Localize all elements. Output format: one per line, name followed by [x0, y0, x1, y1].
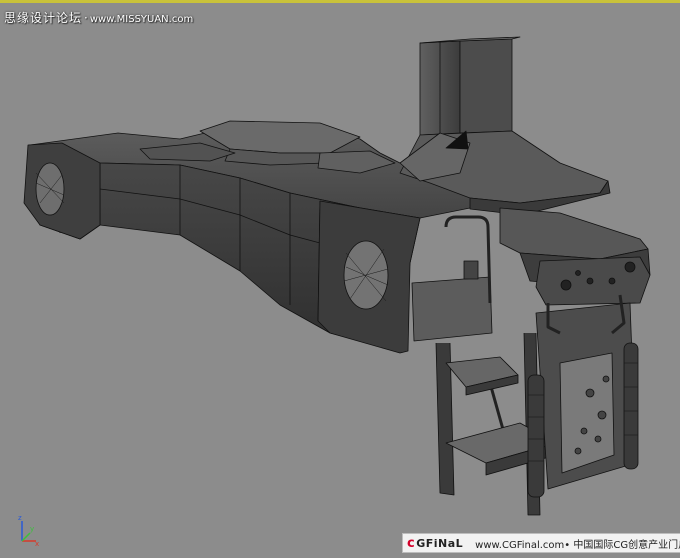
watermark: 思缘设计论坛 · www.MISSYUAN.com	[4, 11, 194, 25]
bolt-hole	[575, 270, 581, 276]
ladder-cable	[488, 382, 506, 434]
panel-knob	[602, 375, 610, 383]
3d-model-scene[interactable]	[0, 3, 680, 558]
cgfinal-brand-bar[interactable]: c GFiNaL www.CGFinal.com• 中国国际CG创意产业门户	[402, 533, 680, 553]
chimney-side	[459, 38, 513, 134]
gizmo-x-label: x	[35, 540, 39, 547]
bolt-hole	[624, 261, 636, 273]
bolt-hole	[560, 279, 572, 291]
wireframe-mesh	[23, 36, 651, 516]
cantilever-arm-top	[499, 207, 649, 260]
panel-knob	[574, 447, 582, 455]
ladder-mount-plate	[411, 276, 493, 342]
watermark-title: 思缘设计论坛	[4, 11, 83, 25]
gizmo-y-label: y	[30, 525, 34, 533]
bolt-hole	[586, 277, 594, 285]
cgfinal-url-text[interactable]: www.CGFinal.com• 中国国际CG创意产业门户	[475, 536, 680, 551]
cgfinal-logo-text: GFiNaL	[416, 536, 464, 550]
panel-knob	[594, 435, 602, 443]
panel-knob	[580, 427, 588, 435]
panel-knob	[585, 388, 595, 398]
panel-knob	[597, 410, 607, 420]
viewport[interactable]: 思缘设计论坛 · www.MISSYUAN.com z x y c GFiNaL ww…	[0, 0, 680, 558]
axis-gizmo-icon: z x y	[18, 514, 39, 547]
watermark-url: www.MISSYUAN.com	[89, 14, 194, 25]
cgfinal-logo: c GFiNaL	[403, 534, 467, 552]
bolt-hole	[608, 277, 616, 285]
left-cylinder	[527, 374, 545, 498]
right-cylinder	[623, 342, 639, 470]
cgfinal-logo-c: c	[407, 535, 416, 551]
ladder-mount-clip	[463, 260, 479, 280]
gizmo-z-label: z	[18, 514, 22, 522]
